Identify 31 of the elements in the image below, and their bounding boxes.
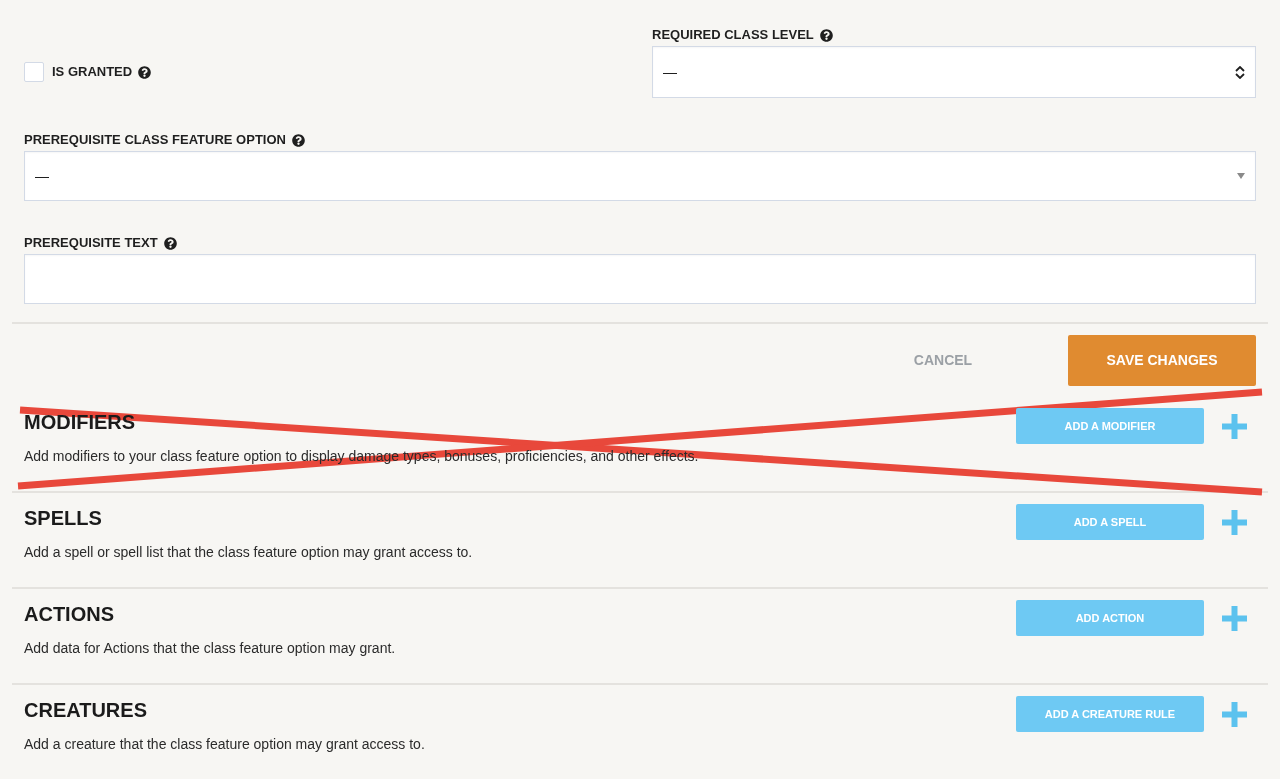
add-button[interactable]: ADD ACTION [1016, 600, 1204, 636]
plus-icon[interactable] [1222, 701, 1247, 727]
section-heading: SPELLS [24, 506, 102, 530]
save-button[interactable]: SAVE CHANGES [1068, 335, 1256, 386]
cancel-button[interactable]: CANCEL [868, 335, 1018, 386]
plus-icon[interactable] [1222, 509, 1247, 535]
section-description: Add a creature that the class feature option may grant access to. [24, 735, 426, 754]
add-button[interactable]: ADD A SPELL [1016, 504, 1204, 540]
plus-icon[interactable] [1222, 605, 1247, 631]
class-level-select[interactable]: — [652, 46, 1256, 98]
plus-icon[interactable] [1222, 413, 1247, 439]
section-description: Add a spell or spell list that the class feature option may grant access to. [24, 543, 474, 562]
section-heading: MODIFIERS [24, 410, 136, 434]
help-icon[interactable] [138, 65, 152, 79]
help-icon[interactable] [163, 236, 177, 250]
feature-option-select[interactable]: — [24, 151, 1256, 201]
checkbox-label: IS GRANTED [52, 63, 133, 82]
field-label: PREREQUISITE TEXT [24, 235, 158, 251]
add-button[interactable]: ADD A MODIFIER [1016, 408, 1204, 444]
section-heading: CREATURES [24, 698, 147, 722]
dropdown-triangle-icon [1237, 173, 1245, 179]
field-label: REQUIRED CLASS LEVEL [652, 27, 814, 43]
field-label: PREREQUISITE CLASS FEATURE OPTION [24, 132, 286, 148]
prerequisite-text-input[interactable] [24, 254, 1256, 304]
section-description: Add data for Actions that the class feature option may grant. [24, 639, 397, 658]
help-icon[interactable] [819, 28, 833, 42]
add-button[interactable]: ADD A CREATURE RULE [1016, 696, 1204, 732]
checkbox[interactable] [24, 62, 44, 82]
help-icon[interactable] [291, 133, 305, 147]
chevron-up-down-icon [1235, 65, 1245, 79]
section-heading: ACTIONS [24, 602, 114, 626]
